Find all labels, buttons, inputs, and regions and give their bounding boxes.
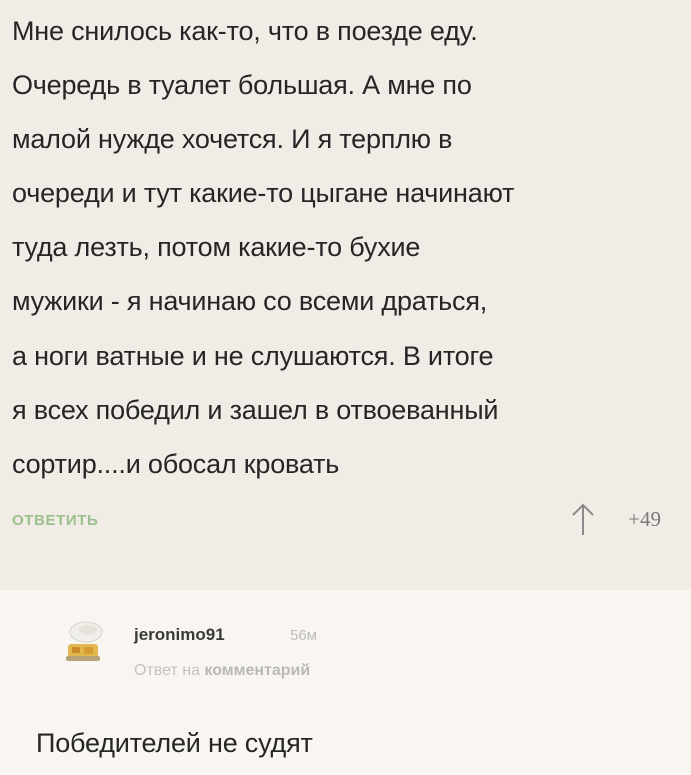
- reply-to-link[interactable]: комментарий: [204, 662, 310, 679]
- comment-line: туда лезть, потом какие-то бухие: [12, 232, 421, 263]
- food-avatar-icon[interactable]: [62, 616, 106, 666]
- vote-group: +49: [570, 502, 661, 536]
- reply-comment: jeronimo91 56м Ответ на комментарий Побе…: [0, 590, 691, 775]
- comment-line: очереди и тут какие-то цыгане начинают: [12, 178, 515, 209]
- timestamp: 56м: [290, 627, 317, 644]
- arrow-up-icon[interactable]: [570, 502, 596, 536]
- comment-line: мужики - я начинаю со всеми драться,: [12, 286, 488, 317]
- parent-comment: Мне снилось как-то, что в поезде еду. Оче…: [0, 0, 691, 590]
- comment-line: Очередь в туалет большая. А мне по: [12, 70, 472, 101]
- comment-line: а ноги ватные и не слушаются. В итоге: [12, 340, 494, 371]
- page: Мне снилось как-то, что в поезде еду. Оче…: [0, 0, 691, 775]
- comment-text: Мне снилось как-то, что в поезде еду. Оче…: [12, 4, 691, 491]
- username[interactable]: jeronimo91: [134, 625, 225, 645]
- reply-button[interactable]: ОТВЕТИТЬ: [12, 512, 98, 529]
- reply-to-prefix: Ответ на: [134, 662, 200, 679]
- comment-line: я всех победил и зашел в отвоеванный: [12, 394, 499, 425]
- comment-line: Мне снилось как-то, что в поезде еду.: [12, 16, 478, 46]
- reply-text: Победителей не судят: [36, 728, 313, 758]
- reply-to: Ответ на комментарий: [134, 662, 310, 680]
- comment-line: сортир....и обосал кровать: [12, 448, 340, 479]
- comment-line: малой нужде хочется. И я терплю в: [12, 124, 453, 155]
- comment-score: +49: [628, 506, 661, 531]
